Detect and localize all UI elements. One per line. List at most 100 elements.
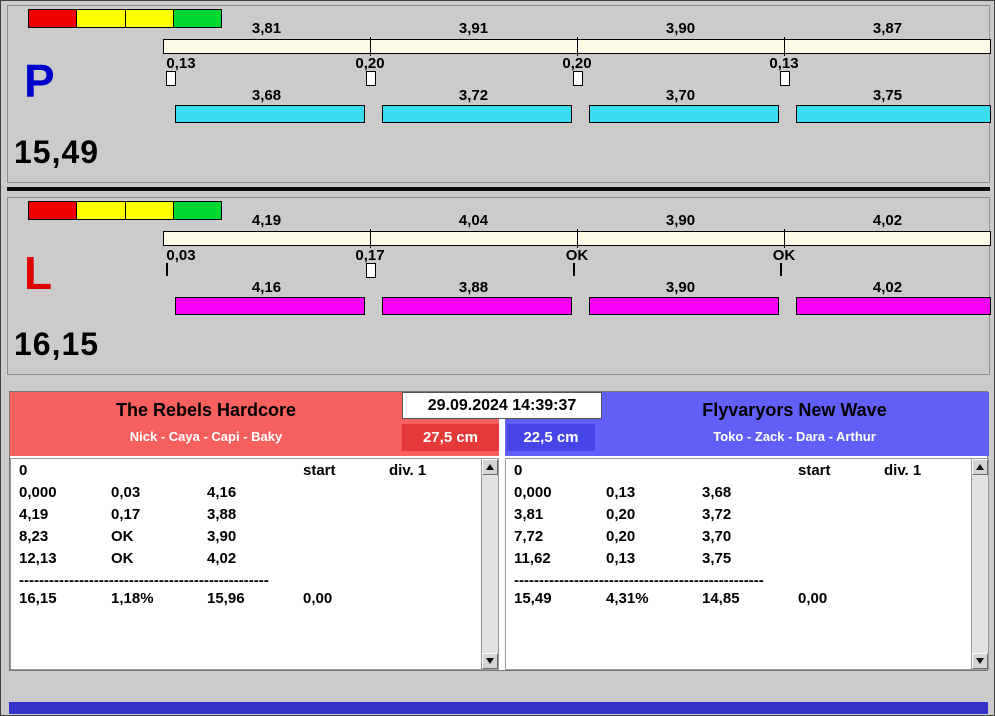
exchange-marker xyxy=(366,71,376,86)
status-segment-yellow-1 xyxy=(77,202,126,219)
lane-letter: L xyxy=(24,247,53,299)
lap-bar xyxy=(589,105,779,123)
distance-badge-right: 22,5 cm xyxy=(507,424,595,451)
timing-bars: 4,19 4,04 3,90 4,02 0,03 0,17 OK OK 4,16… xyxy=(163,198,991,374)
start-number: 0 xyxy=(514,462,523,479)
exchange-time: 0,13 xyxy=(166,55,196,72)
lap-bar xyxy=(382,105,572,123)
scroll-up-button[interactable] xyxy=(972,459,988,475)
col-start-label: start xyxy=(303,462,336,479)
scroll-up-button[interactable] xyxy=(482,459,498,475)
total-time: 15,49 xyxy=(14,134,100,170)
result-table-right: 0 start div. 1 0,000 0,13 3,68 3,81 0,20… xyxy=(505,458,989,670)
lap-time: 3,68 xyxy=(251,87,282,104)
table-row: 11,62 0,13 3,75 xyxy=(514,550,732,567)
split-time: 4,02 xyxy=(872,212,903,229)
exchange-time: 0,17 xyxy=(355,247,385,264)
split-time: 4,04 xyxy=(458,212,489,229)
bar-tick xyxy=(370,37,371,56)
datetime: 29.09.2024 14:39:37 xyxy=(402,392,602,419)
exchange-marker xyxy=(573,263,575,276)
status-segment-red xyxy=(29,10,78,27)
total-time: 16,15 xyxy=(14,326,100,362)
table-total-row: 16,15 1,18% 15,96 0,00 xyxy=(19,590,333,607)
lane-panel-l: L 4,19 4,04 3,90 4,02 0,03 0,17 OK OK 4,… xyxy=(7,197,991,375)
lap-time: 4,16 xyxy=(251,279,282,296)
scroll-down-button[interactable] xyxy=(972,653,988,669)
exchange-marker xyxy=(780,71,790,86)
scrollbar-track[interactable] xyxy=(972,475,988,653)
table-separator: ----------------------------------------… xyxy=(514,572,764,589)
lane-panel-p: P 3,81 3,91 3,90 3,87 0,13 0,20 0,20 0,1… xyxy=(7,5,991,183)
bar-tick xyxy=(784,37,785,56)
table-row: 8,23 OK 3,90 xyxy=(19,528,237,545)
split-time: 3,81 xyxy=(251,20,282,37)
lap-bar xyxy=(796,105,991,123)
exchange-time: 0,03 xyxy=(166,247,196,264)
arrow-down-icon xyxy=(486,658,494,664)
lap-time: 3,90 xyxy=(665,279,696,296)
lane-letter: P xyxy=(24,55,55,107)
scoreboard: The Rebels Hardcore Nick - Caya - Capi -… xyxy=(9,391,989,671)
split-bar xyxy=(163,229,991,248)
result-table-left: 0 start div. 1 0,000 0,03 4,16 4,19 0,17… xyxy=(10,458,499,670)
table-header-row: 0 start div. 1 xyxy=(506,462,988,484)
team-members: Toko - Zack - Dara - Arthur xyxy=(713,429,876,444)
table-header-row: 0 start div. 1 xyxy=(11,462,498,484)
split-time: 3,91 xyxy=(458,20,489,37)
scrollbar[interactable] xyxy=(481,459,498,669)
lap-time: 3,88 xyxy=(458,279,489,296)
col-start-label: start xyxy=(798,462,831,479)
panel-divider xyxy=(7,187,990,191)
table-row: 0,000 0,13 3,68 xyxy=(514,484,732,501)
scroll-down-button[interactable] xyxy=(482,653,498,669)
scrollbar-track[interactable] xyxy=(482,475,498,653)
exchange-time: 0,20 xyxy=(562,55,592,72)
table-row: 3,81 0,20 3,72 xyxy=(514,506,732,523)
team-members: Nick - Caya - Capi - Baky xyxy=(129,429,283,444)
split-bar xyxy=(163,37,991,56)
exchange-marker xyxy=(166,263,168,276)
table-total-row: 15,49 4,31% 14,85 0,00 xyxy=(514,590,828,607)
exchange-time: OK xyxy=(565,247,589,264)
col-div-label: div. 1 xyxy=(884,462,922,479)
lap-bar xyxy=(589,297,779,315)
bar-tick xyxy=(577,229,578,248)
bar-tick xyxy=(370,229,371,248)
lap-bar xyxy=(175,105,365,123)
bar-tick xyxy=(784,229,785,248)
team-name: The Rebels Hardcore xyxy=(115,400,297,420)
lap-time: 3,72 xyxy=(458,87,489,104)
split-time: 3,87 xyxy=(872,20,903,37)
table-row: 12,13 OK 4,02 xyxy=(19,550,237,567)
table-row: 0,000 0,03 4,16 xyxy=(19,484,237,501)
exchange-marker xyxy=(780,263,782,276)
app-window: P 3,81 3,91 3,90 3,87 0,13 0,20 0,20 0,1… xyxy=(0,0,995,716)
scrollbar[interactable] xyxy=(971,459,988,669)
lap-bar xyxy=(175,297,365,315)
distance-badge-left: 27,5 cm xyxy=(402,424,499,451)
lap-time: 4,02 xyxy=(872,279,903,296)
arrow-up-icon xyxy=(976,464,984,470)
table-row: 4,19 0,17 3,88 xyxy=(19,506,237,523)
exchange-marker xyxy=(166,71,176,86)
timing-bars: 3,81 3,91 3,90 3,87 0,13 0,20 0,20 0,13 … xyxy=(163,6,991,182)
exchange-time: 0,13 xyxy=(769,55,799,72)
exchange-marker xyxy=(573,71,583,86)
team-name: Flyvaryors New Wave xyxy=(702,400,887,420)
table-separator: ----------------------------------------… xyxy=(19,572,269,589)
table-row: 7,72 0,20 3,70 xyxy=(514,528,732,545)
exchange-time: 0,20 xyxy=(355,55,385,72)
lap-bar xyxy=(796,297,991,315)
bar-tick xyxy=(577,37,578,56)
split-time: 3,90 xyxy=(665,212,696,229)
lap-time: 3,70 xyxy=(665,87,696,104)
split-time: 4,19 xyxy=(251,212,282,229)
arrow-up-icon xyxy=(486,464,494,470)
arrow-down-icon xyxy=(976,658,984,664)
exchange-time: OK xyxy=(772,247,796,264)
exchange-marker xyxy=(366,263,376,278)
bottom-bar xyxy=(9,702,988,714)
status-segment-yellow-1 xyxy=(77,10,126,27)
lap-time: 3,75 xyxy=(872,87,903,104)
